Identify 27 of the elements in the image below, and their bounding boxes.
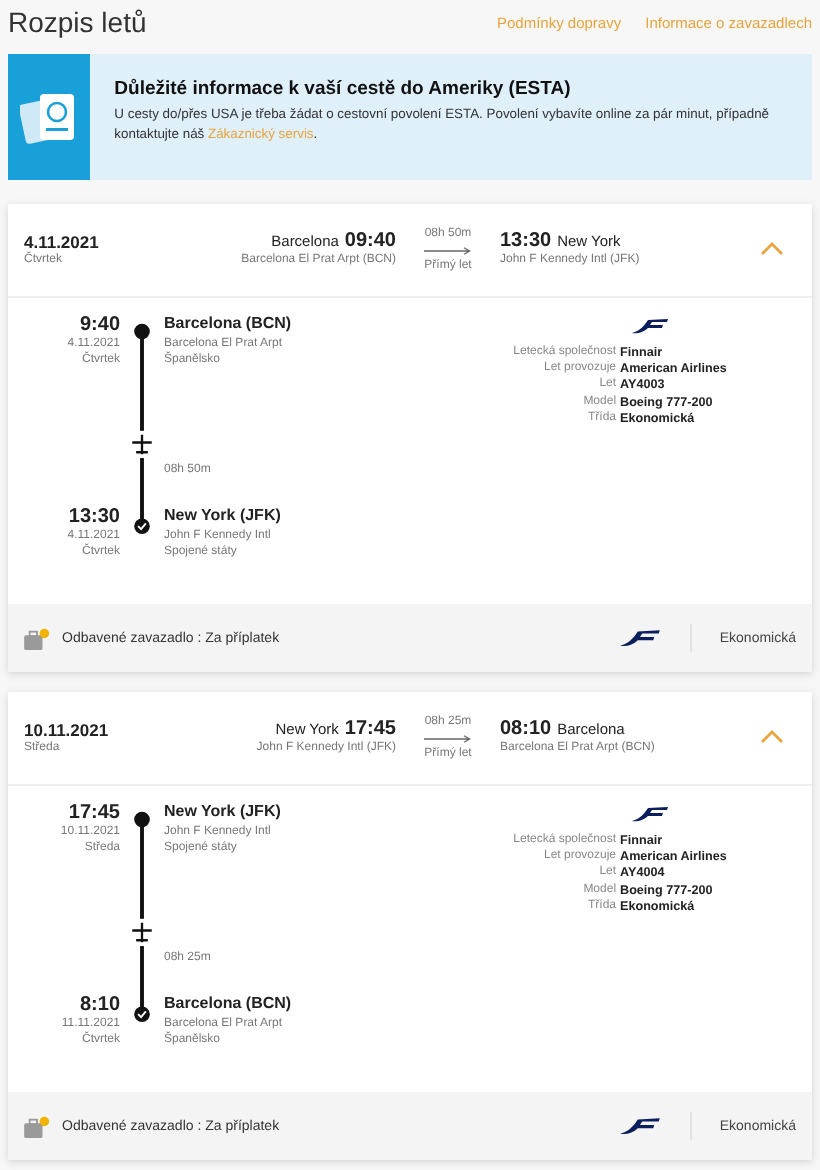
arrow-icon — [424, 733, 472, 743]
airline-logo-icon — [617, 1116, 662, 1136]
airline-logo-icon — [630, 806, 670, 822]
arrival-place: New York (JFK) — [164, 506, 283, 524]
luggage-icon — [24, 1115, 50, 1137]
flight-date: 4.11.2021 — [24, 231, 101, 252]
notice-title: Důležité informace k vaší cestě do Ameriky (ESTA) — [114, 78, 573, 100]
arrival-time: 13:30 — [500, 230, 552, 253]
luggage-icon — [24, 627, 50, 649]
arrival-time: 08:10 — [500, 718, 552, 741]
departure-place: Barcelona (BCN) — [164, 314, 294, 332]
arrival-time: 13:30 — [68, 506, 120, 528]
arrival-place: Barcelona (BCN) — [164, 994, 294, 1012]
flight-date: 10.11.2021 — [24, 719, 111, 740]
arrow-icon — [424, 245, 472, 255]
departure-time: 17:45 — [68, 802, 120, 824]
chevron-icon — [760, 240, 784, 256]
departure-time: 9:40 — [79, 314, 120, 336]
departure-time: 09:40 — [344, 230, 396, 253]
chevron-icon — [760, 728, 784, 744]
departure-time: 17:45 — [344, 718, 396, 741]
airline-logo-icon — [630, 318, 670, 334]
page-title: Rozpis letů — [8, 6, 149, 38]
departure-place: New York (JFK) — [164, 802, 283, 820]
airline-logo-icon — [617, 628, 662, 648]
arrival-time: 8:10 — [79, 994, 120, 1016]
passport-icon — [19, 89, 80, 145]
